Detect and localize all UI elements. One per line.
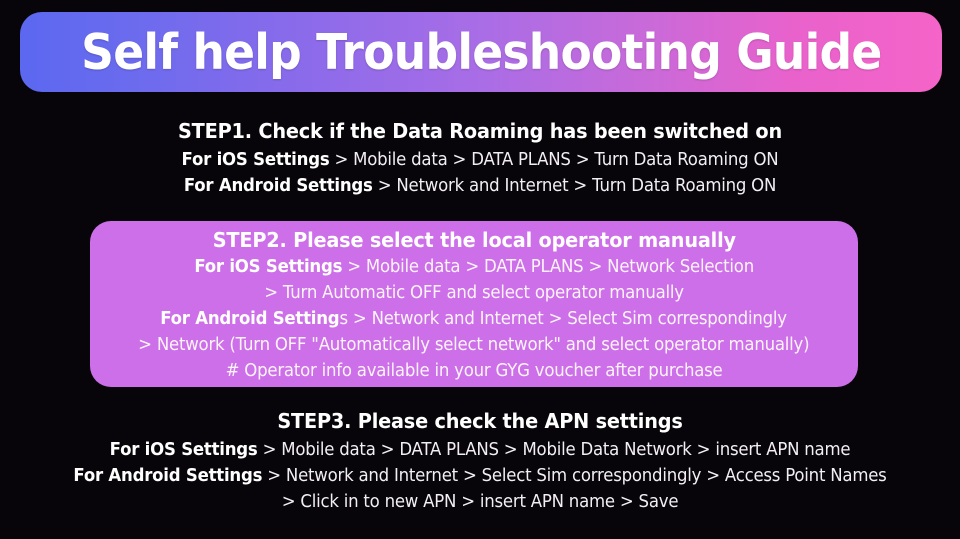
- step3-line-cont: > Click in to new APN > insert APN name …: [38, 489, 921, 515]
- step1-line-ios-lead: For iOS Settings: [181, 149, 330, 170]
- step2-line-ios-rest: > Mobile data > DATA PLANS > Network Sel…: [342, 255, 754, 277]
- troubleshooting-guide-poster: Self help Troubleshooting Guide STEP1. C…: [0, 0, 960, 539]
- step3-line-ios-rest: > Mobile data > DATA PLANS > Mobile Data…: [257, 439, 851, 460]
- step2-line-android-rest: > Network and Internet > Select Sim corr…: [348, 307, 788, 329]
- step2-heading: STEP2. Please select the local operator …: [212, 227, 736, 252]
- step2-line-android-cont-text: > Network (Turn OFF "Automatically selec…: [138, 333, 810, 355]
- step1-line-android-lead: For Android Settings: [183, 175, 373, 196]
- step2-line-note-text: # Operator info available in your GYG vo…: [225, 359, 723, 381]
- step1-section: STEP1. Check if the Data Roaming has bee…: [0, 118, 960, 199]
- step1-line-ios: For iOS Settings > Mobile data > DATA PL…: [38, 147, 921, 173]
- step3-line-android: For Android Settings > Network and Inter…: [38, 463, 921, 489]
- step2-line-android-cont: > Network (Turn OFF "Automatically selec…: [138, 332, 809, 358]
- step2-line-ios-cont-text: > Turn Automatic OFF and select operator…: [264, 281, 684, 303]
- step3-line-ios-lead: For iOS Settings: [109, 439, 258, 460]
- step2-line-android-lead: For Android Setting: [160, 307, 340, 329]
- step3-line-android-lead: For Android Settings: [73, 465, 263, 486]
- step2-line-note: # Operator info available in your GYG vo…: [226, 358, 723, 384]
- page-title: Self help Troubleshooting Guide: [80, 23, 882, 81]
- step1-heading: STEP1. Check if the Data Roaming has bee…: [177, 119, 783, 143]
- header-banner: Self help Troubleshooting Guide: [20, 12, 942, 92]
- step1-line-android-rest: > Network and Internet > Turn Data Roami…: [372, 175, 777, 196]
- step2-line-ios-lead: For iOS Settings: [194, 255, 343, 277]
- step2-line-android: For Android Settings > Network and Inter…: [161, 306, 788, 332]
- step3-line-cont-text: > Click in to new APN > insert APN name …: [281, 491, 679, 512]
- step3-line-ios: For iOS Settings > Mobile data > DATA PL…: [38, 437, 921, 463]
- step3-line-android-rest: > Network and Internet > Select Sim corr…: [262, 465, 887, 486]
- step3-heading: STEP3. Please check the APN settings: [277, 409, 683, 433]
- step1-line-ios-rest: > Mobile data > DATA PLANS > Turn Data R…: [329, 149, 779, 170]
- step3-section: STEP3. Please check the APN settings For…: [0, 408, 960, 515]
- step2-highlight-card: STEP2. Please select the local operator …: [90, 221, 858, 387]
- step2-line-ios-cont: > Turn Automatic OFF and select operator…: [264, 280, 684, 306]
- step1-line-android: For Android Settings > Network and Inter…: [38, 173, 921, 199]
- step2-line-ios: For iOS Settings > Mobile data > DATA PL…: [194, 254, 754, 280]
